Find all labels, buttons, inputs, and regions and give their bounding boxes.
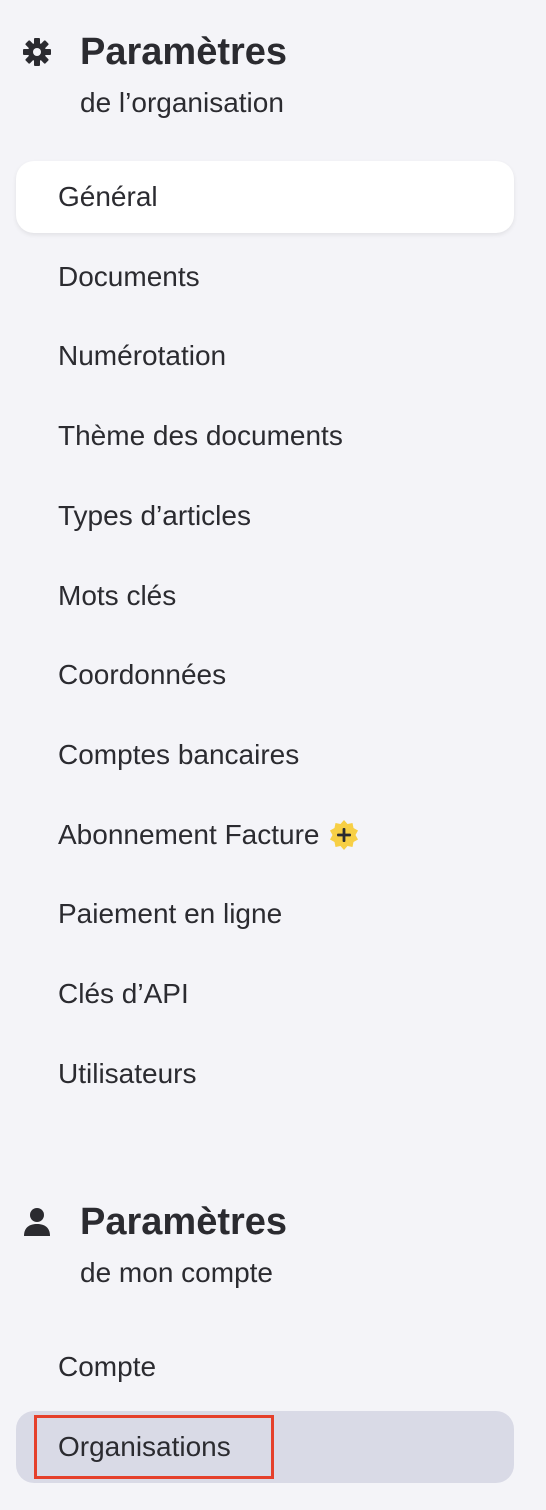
nav-item-keywords[interactable]: Mots clés — [16, 560, 514, 632]
nav-item-online-payment[interactable]: Paiement en ligne — [16, 878, 514, 950]
nav-item-label: Abonnement Facture — [58, 819, 320, 850]
org-settings-title: Paramètres — [80, 31, 288, 73]
nav-item-label: Organisations — [58, 1431, 231, 1462]
nav-item-article-types[interactable]: Types d’articles — [16, 480, 514, 552]
nav-item-document-theme[interactable]: Thème des documents — [16, 400, 514, 472]
org-settings-header: Paramètres de l’organisation — [0, 0, 546, 117]
account-settings-title: Paramètres — [80, 1201, 288, 1243]
nav-item-api-keys[interactable]: Clés d’API — [16, 958, 514, 1030]
nav-item-label: Coordonnées — [58, 659, 227, 690]
org-settings-subtitle: de l’organisation — [80, 87, 284, 118]
nav-item-label: Thème des documents — [58, 420, 343, 451]
nav-item-label: Paiement en ligne — [58, 898, 283, 929]
nav-item-numerotation[interactable]: Numérotation — [16, 320, 514, 392]
nav-item-label: Documents — [58, 261, 200, 292]
user-icon — [20, 1205, 54, 1239]
nav-item-subscription[interactable]: Abonnement Facture — [16, 799, 514, 871]
account-settings-subtitle: de mon compte — [80, 1257, 273, 1288]
nav-item-label: Numérotation — [58, 340, 227, 371]
nav-item-label: Mots clés — [58, 580, 177, 611]
gear-icon — [20, 35, 54, 69]
nav-item-account[interactable]: Compte — [16, 1331, 514, 1403]
account-settings-header: Paramètres de mon compte — [0, 1170, 546, 1287]
nav-item-label: Utilisateurs — [58, 1058, 197, 1089]
nav-item-label: Types d’articles — [58, 500, 251, 531]
nav-item-contact-details[interactable]: Coordonnées — [16, 639, 514, 711]
nav-item-label: Général — [58, 181, 158, 212]
plus-badge-icon — [328, 819, 360, 851]
nav-item-label: Compte — [58, 1351, 157, 1382]
nav-item-users[interactable]: Utilisateurs — [16, 1038, 514, 1110]
nav-item-general[interactable]: Général — [16, 161, 514, 233]
nav-item-organisations[interactable]: Organisations — [16, 1411, 514, 1483]
nav-item-bank-accounts[interactable]: Comptes bancaires — [16, 719, 514, 791]
nav-item-label: Comptes bancaires — [58, 739, 300, 770]
nav-item-documents[interactable]: Documents — [16, 241, 514, 313]
nav-item-label: Clés d’API — [58, 978, 189, 1009]
